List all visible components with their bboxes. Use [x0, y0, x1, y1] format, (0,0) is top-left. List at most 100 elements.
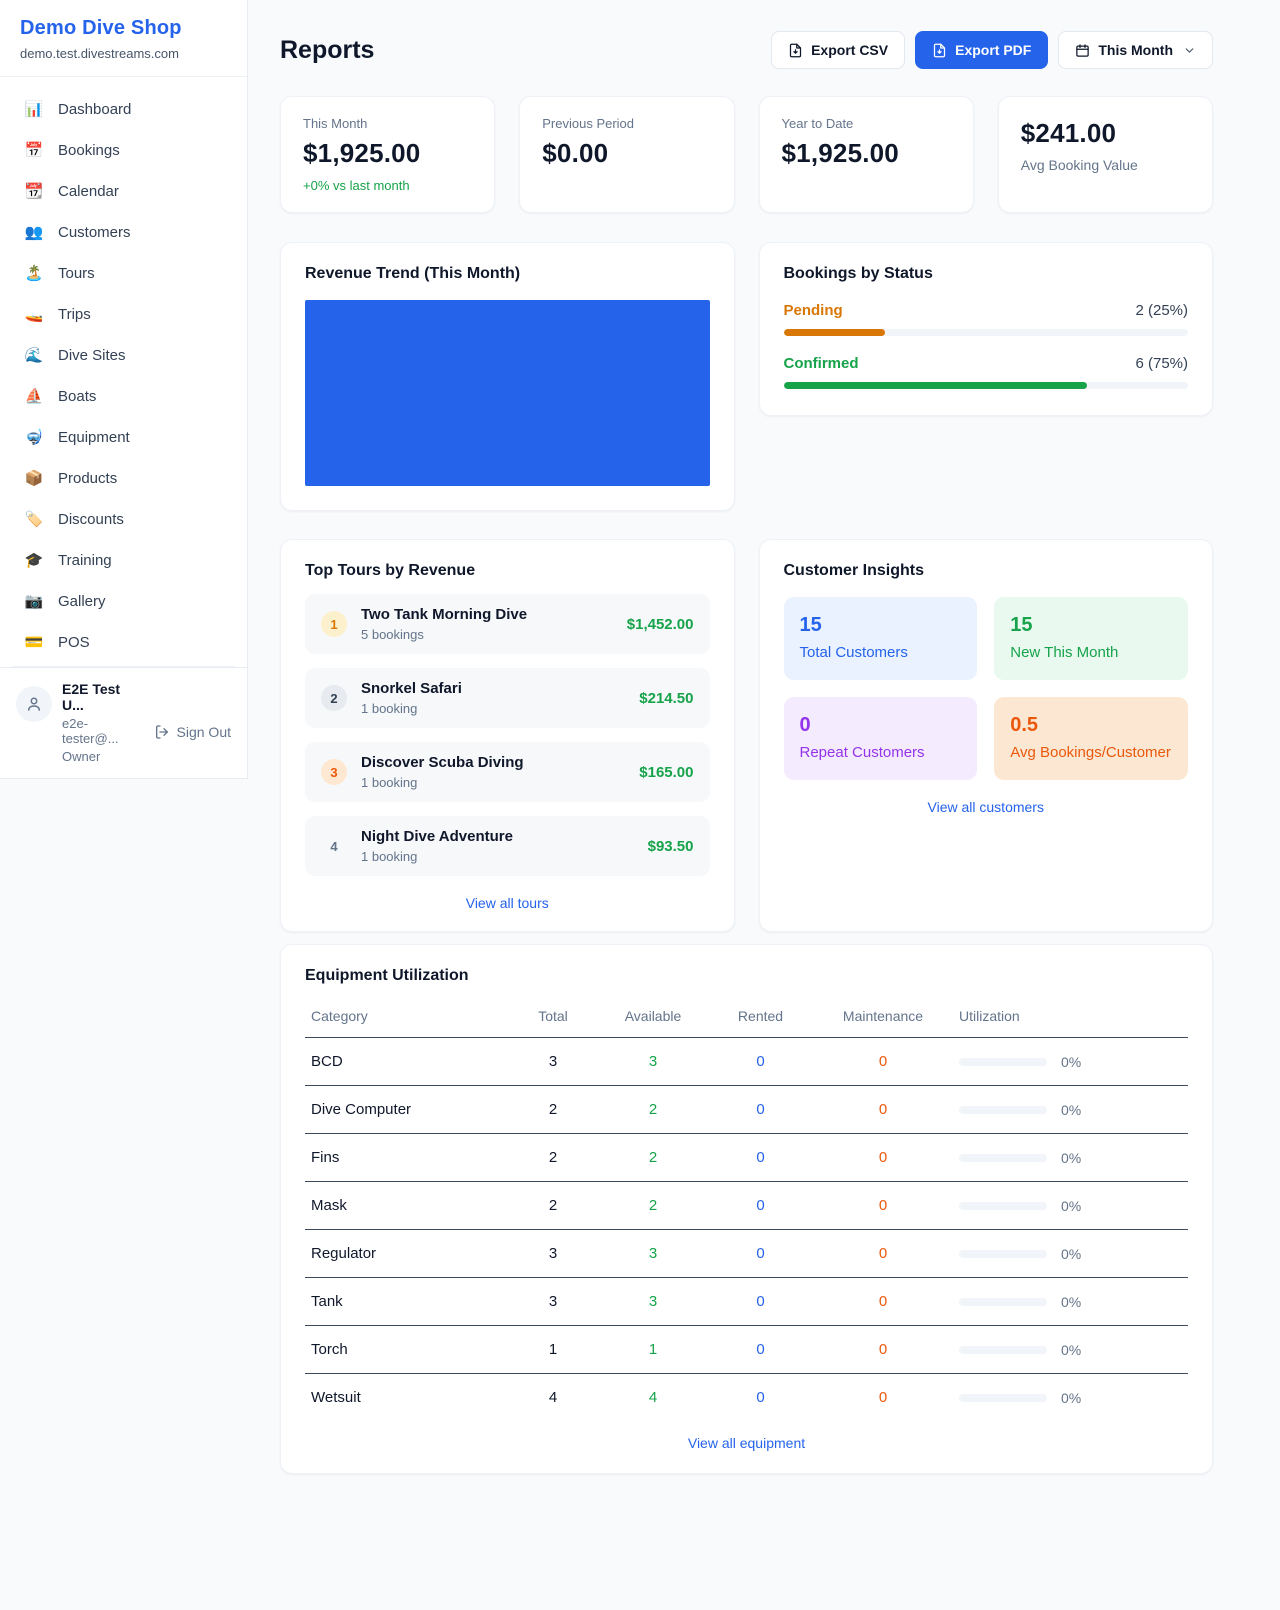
utilization-bar: [959, 1106, 1047, 1114]
tour-list-item[interactable]: 3 Discover Scuba Diving 1 booking $165.0…: [305, 742, 710, 802]
calendar-icon: 📆: [24, 182, 44, 200]
tour-list-item[interactable]: 1 Two Tank Morning Dive 5 bookings $1,45…: [305, 594, 710, 654]
sidebar-item-training[interactable]: 🎓 Training: [12, 543, 235, 577]
sidebar-item-boats[interactable]: ⛵ Boats: [12, 379, 235, 413]
table-row: Regulator 3 3 0 0 0%: [305, 1230, 1188, 1278]
cell-available: 3: [598, 1038, 708, 1086]
stat-label: Previous Period: [542, 116, 711, 131]
stat-value: $241.00: [1021, 118, 1190, 149]
column-header-category: Category: [305, 998, 508, 1038]
sign-out-button[interactable]: Sign Out: [154, 699, 231, 764]
cell-maintenance: 0: [813, 1038, 953, 1086]
sidebar-item-calendar[interactable]: 📆 Calendar: [12, 174, 235, 208]
sidebar-item-discounts[interactable]: 🏷️ Discounts: [12, 502, 235, 536]
stats-row: This Month $1,925.00 +0% vs last month P…: [280, 96, 1213, 213]
dashboard-icon: 📊: [24, 100, 44, 118]
customer-insights-title: Customer Insights: [784, 562, 1189, 580]
cell-maintenance: 0: [813, 1230, 953, 1278]
cell-maintenance: 0: [813, 1278, 953, 1326]
sidebar-item-label: Bookings: [58, 142, 120, 159]
sidebar-item-dashboard[interactable]: 📊 Dashboard: [12, 92, 235, 126]
avatar: [16, 686, 52, 722]
cell-category: Fins: [305, 1134, 508, 1182]
utilization-bar: [959, 1250, 1047, 1258]
sidebar-item-gallery[interactable]: 📷 Gallery: [12, 584, 235, 618]
sidebar-item-tours[interactable]: 🏝️ Tours: [12, 256, 235, 290]
sidebar-item-label: Discounts: [58, 511, 124, 528]
sidebar-item-products[interactable]: 📦 Products: [12, 461, 235, 495]
sidebar-item-equipment[interactable]: 🤿 Equipment: [12, 420, 235, 454]
sidebar-item-label: Boats: [58, 388, 96, 405]
sidebar-item-bookings[interactable]: 📅 Bookings: [12, 133, 235, 167]
table-row: Torch 1 1 0 0 0%: [305, 1326, 1188, 1374]
tour-name: Discover Scuba Diving: [361, 754, 524, 771]
sidebar-nav: 📊 Dashboard 📅 Bookings 📆 Calendar 👥 Cust…: [0, 77, 247, 666]
tile-value: 15: [1010, 614, 1172, 637]
cell-total: 3: [508, 1230, 598, 1278]
view-all-customers-link[interactable]: View all customers: [784, 799, 1189, 815]
tour-name: Night Dive Adventure: [361, 828, 513, 845]
sidebar-item-label: Customers: [58, 224, 131, 241]
view-all-equipment-link[interactable]: View all equipment: [305, 1435, 1188, 1451]
cell-rented: 0: [708, 1038, 813, 1086]
cell-utilization: 0%: [1061, 1198, 1081, 1214]
tag-icon: 🏷️: [24, 510, 44, 528]
view-all-tours-link[interactable]: View all tours: [305, 895, 710, 911]
user-section: E2E Test U... e2e-tester@... Owner Sign …: [0, 667, 247, 778]
equipment-table: Category Total Available Rented Maintena…: [305, 998, 1188, 1416]
stat-card-avg-booking-value: $241.00 Avg Booking Value: [998, 96, 1213, 213]
bookings-calendar-icon: 📅: [24, 141, 44, 159]
cell-category: BCD: [305, 1038, 508, 1086]
progress-fill: [784, 382, 1087, 389]
equipment-utilization-title: Equipment Utilization: [305, 967, 1188, 985]
tour-list-item[interactable]: 2 Snorkel Safari 1 booking $214.50: [305, 668, 710, 728]
cell-utilization: 0%: [1061, 1294, 1081, 1310]
sidebar: Demo Dive Shop demo.test.divestreams.com…: [0, 0, 248, 779]
export-csv-button[interactable]: Export CSV: [771, 31, 905, 69]
sidebar-item-label: Calendar: [58, 183, 119, 200]
stat-label: This Month: [303, 116, 472, 131]
cell-utilization: 0%: [1061, 1054, 1081, 1070]
sidebar-item-label: Products: [58, 470, 117, 487]
stat-card-previous-period: Previous Period $0.00: [519, 96, 734, 213]
diving-mask-icon: 🤿: [24, 428, 44, 446]
top-tours-title: Top Tours by Revenue: [305, 562, 710, 580]
export-pdf-button[interactable]: Export PDF: [915, 31, 1048, 69]
cell-rented: 0: [708, 1374, 813, 1417]
utilization-bar: [959, 1346, 1047, 1354]
stat-delta: +0% vs last month: [303, 178, 472, 193]
sidebar-item-label: Equipment: [58, 429, 130, 446]
cell-available: 2: [598, 1182, 708, 1230]
stat-value: $1,925.00: [782, 138, 951, 169]
stat-label: Year to Date: [782, 116, 951, 131]
cell-category: Mask: [305, 1182, 508, 1230]
sidebar-item-trips[interactable]: 🚤 Trips: [12, 297, 235, 331]
tour-revenue: $214.50: [639, 690, 693, 707]
sidebar-item-label: Tours: [58, 265, 95, 282]
equipment-utilization-card: Equipment Utilization Category Total Ava…: [280, 944, 1213, 1474]
cell-available: 3: [598, 1230, 708, 1278]
tile-label: Avg Bookings/Customer: [1010, 744, 1172, 761]
sidebar-item-label: POS: [58, 634, 90, 651]
tile-value: 0.5: [1010, 714, 1172, 737]
sidebar-item-pos[interactable]: 💳 POS: [12, 625, 235, 659]
charts-row: Revenue Trend (This Month) Bookings by S…: [280, 242, 1213, 511]
period-dropdown[interactable]: This Month: [1058, 31, 1213, 69]
user-info: E2E Test U... e2e-tester@... Owner: [62, 679, 144, 764]
column-header-available: Available: [598, 998, 708, 1038]
tour-name: Snorkel Safari: [361, 680, 462, 697]
user-email: e2e-tester@...: [62, 716, 144, 746]
sidebar-item-customers[interactable]: 👥 Customers: [12, 215, 235, 249]
stat-card-this-month: This Month $1,925.00 +0% vs last month: [280, 96, 495, 213]
column-header-total: Total: [508, 998, 598, 1038]
cell-available: 2: [598, 1134, 708, 1182]
tour-list-item[interactable]: 4 Night Dive Adventure 1 booking $93.50: [305, 816, 710, 876]
tile-repeat-customers: 0 Repeat Customers: [784, 697, 978, 780]
cell-available: 4: [598, 1374, 708, 1417]
sidebar-item-dive-sites[interactable]: 🌊 Dive Sites: [12, 338, 235, 372]
sidebar-item-label: Training: [58, 552, 112, 569]
revenue-trend-chart: [305, 300, 710, 486]
stat-label: Avg Booking Value: [1021, 157, 1190, 173]
header-actions: Export CSV Export PDF This Month: [771, 31, 1213, 69]
cell-category: Dive Computer: [305, 1086, 508, 1134]
